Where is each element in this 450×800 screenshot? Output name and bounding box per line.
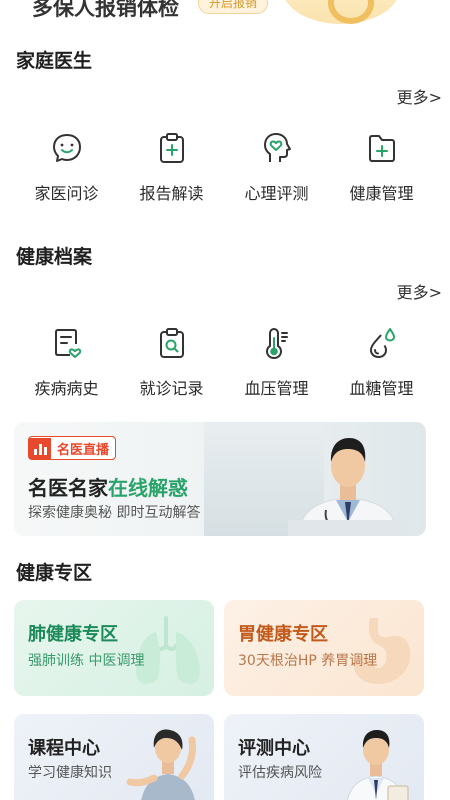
health-records-item-label: 就诊记录	[139, 379, 204, 398]
health-records-item-blood-sugar[interactable]: 血糖管理	[329, 325, 434, 399]
health-records-title: 健康档案	[16, 246, 93, 268]
health-records-item-history[interactable]: 疾病病史	[14, 325, 119, 399]
zone-card-subtitle: 评估疾病风险	[238, 765, 322, 781]
doctor-clipboard-illustration	[346, 730, 409, 800]
zone-card-subtitle: 学习健康知识	[28, 765, 112, 781]
clipboard-search-icon	[154, 325, 190, 361]
thermometer-icon	[259, 325, 295, 361]
doctor-illustration	[288, 438, 408, 536]
top-promo-banner[interactable]: 多保人报销体检 开启报销	[14, 0, 434, 28]
live-banner-title: 名医名家在线解惑	[28, 472, 188, 501]
zone-card-subtitle: 强肺训练 中医调理	[28, 653, 145, 669]
health-records-more-link[interactable]: 更多>	[397, 279, 442, 303]
zone-card-subtitle: 30天根治HP 养胃调理	[238, 653, 378, 669]
chat-smile-icon	[49, 130, 85, 166]
zone-card-title: 肺健康专区	[28, 624, 118, 645]
health-records-grid: 疾病病史 就诊记录 血压管理 血糖管理	[14, 325, 434, 399]
health-records-item-label: 血压管理	[244, 379, 309, 398]
health-records-item-label: 疾病病史	[34, 379, 99, 398]
health-records-item-blood-pressure[interactable]: 血压管理	[224, 325, 329, 399]
zone-card-title: 胃健康专区	[238, 624, 328, 645]
promo-text: 多保人报销体检	[32, 0, 179, 20]
head-heart-icon	[259, 130, 295, 166]
blood-drop-icon	[364, 325, 400, 361]
zone-card-title: 评测中心	[238, 738, 310, 759]
live-doctor-banner[interactable]: 名医直播 名医名家在线解惑 探索健康奥秘 即时互动解答	[14, 422, 426, 536]
promo-illustration	[282, 0, 400, 24]
family-doctor-more-link[interactable]: 更多>	[397, 84, 442, 108]
family-doctor-item-label: 健康管理	[349, 184, 414, 203]
live-banner-subtitle: 探索健康奥秘 即时互动解答	[28, 505, 201, 521]
lung-health-card[interactable]: 肺健康专区 强肺训练 中医调理	[14, 600, 214, 696]
promo-pill[interactable]: 开启报销	[198, 0, 269, 14]
stomach-health-card[interactable]: 胃健康专区 30天根治HP 养胃调理	[224, 600, 424, 696]
document-heart-icon	[49, 325, 85, 361]
family-doctor-grid: 家医问诊 报告解读 心理评测 健康管理	[14, 130, 434, 204]
family-doctor-item-health-management[interactable]: 健康管理	[329, 130, 434, 204]
family-doctor-title: 家庭医生	[16, 50, 93, 72]
family-doctor-item-label: 心理评测	[244, 184, 309, 203]
live-badge-label: 名医直播	[57, 442, 110, 458]
woman-exercise-illustration	[126, 729, 196, 800]
family-doctor-item-label: 报告解读	[139, 184, 204, 203]
folder-plus-icon	[364, 130, 400, 166]
clipboard-plus-icon	[154, 130, 190, 166]
family-doctor-item-psychology[interactable]: 心理评测	[224, 130, 329, 204]
live-badge: 名医直播	[28, 436, 117, 460]
live-title-accent: 在线解惑	[108, 476, 188, 500]
health-records-item-visits[interactable]: 就诊记录	[119, 325, 224, 399]
live-title-main: 名医名家	[28, 476, 108, 500]
course-center-card[interactable]: 课程中心 学习健康知识	[14, 714, 214, 800]
bar-chart-icon	[29, 437, 51, 459]
health-records-item-label: 血糖管理	[349, 379, 414, 398]
family-doctor-item-consult[interactable]: 家医问诊	[14, 130, 119, 204]
family-doctor-item-label: 家医问诊	[34, 184, 99, 203]
family-doctor-item-report[interactable]: 报告解读	[119, 130, 224, 204]
assessment-center-card[interactable]: 评测中心 评估疾病风险	[224, 714, 424, 800]
health-zone-title: 健康专区	[16, 562, 93, 584]
zone-card-title: 课程中心	[28, 738, 100, 759]
